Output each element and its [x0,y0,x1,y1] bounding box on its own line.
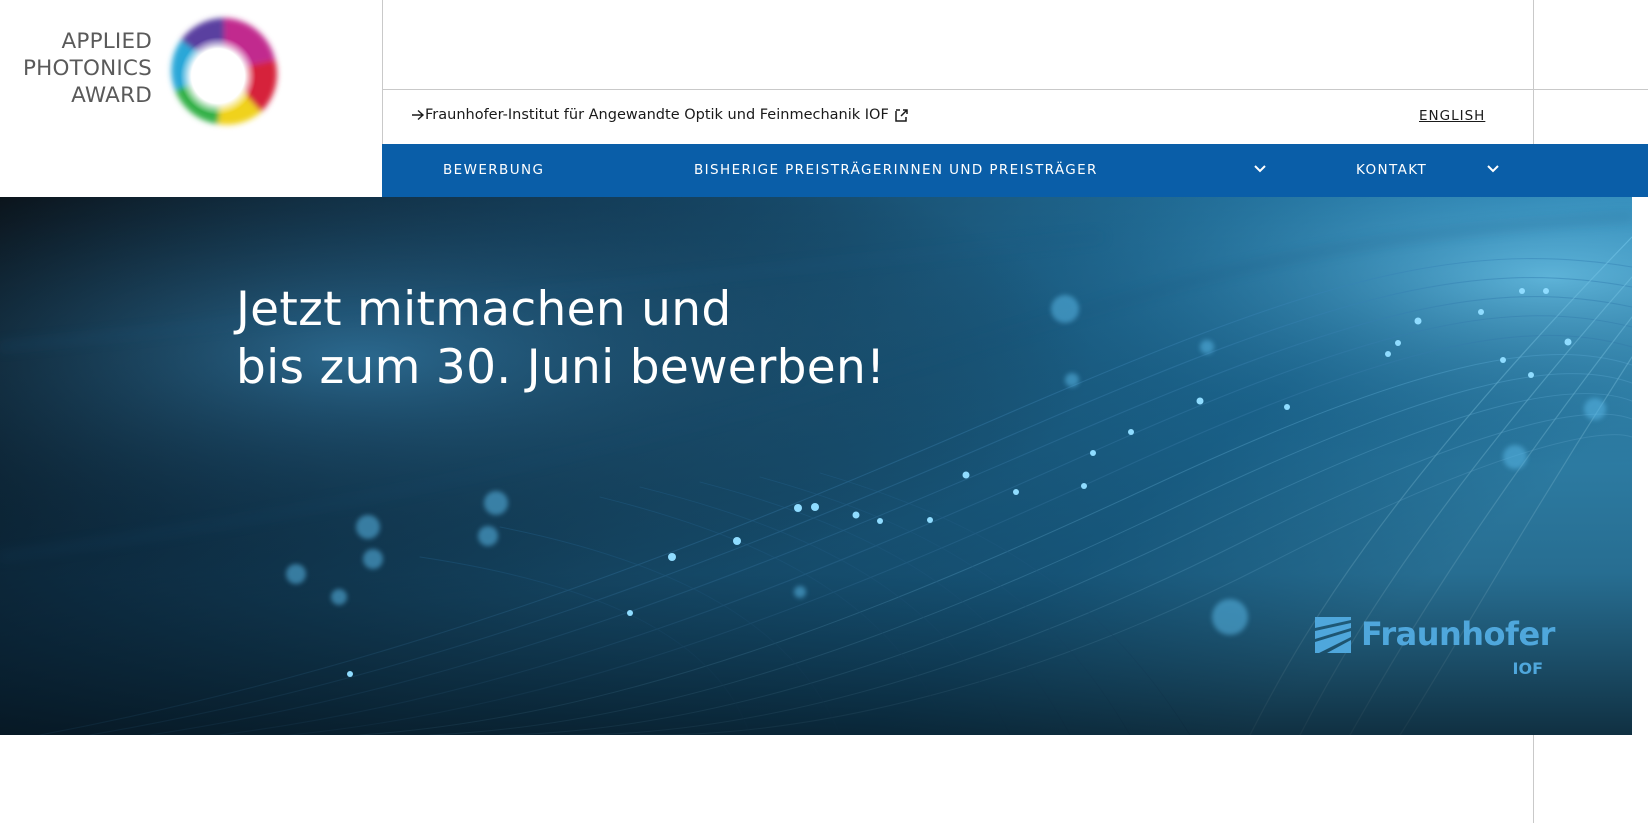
arrow-right-icon [412,109,425,121]
chevron-down-icon[interactable] [1253,164,1267,174]
nav-item-bewerbung[interactable]: BEWERBUNG [443,144,544,197]
nav-item-kontakt[interactable]: KONTAKT [1356,144,1427,197]
meta-row: Fraunhofer-Institut für Angewandte Optik… [383,90,1648,144]
chevron-down-icon[interactable] [1486,164,1500,174]
hero-headline-line-1: Jetzt mitmachen und [236,282,732,337]
nav-item-preistraeger[interactable]: BISHERIGE PREISTRÄGERINNEN UND PREISTRÄG… [694,144,1098,197]
hero-headline: Jetzt mitmachen und bis zum 30. Juni bew… [236,281,885,397]
applied-photonics-award-logo[interactable]: APPLIED PHOTONICS AWARD [0,0,382,197]
hero-headline-line-2: bis zum 30. Juni bewerben! [236,340,886,395]
fraunhofer-mark-icon [1315,617,1351,653]
logo-wordmark: APPLIED PHOTONICS AWARD [23,28,152,109]
institute-link-label: Fraunhofer-Institut für Angewandte Optik… [425,107,889,123]
hero-banner: Jetzt mitmachen und bis zum 30. Juni bew… [0,197,1632,735]
institute-link[interactable]: Fraunhofer-Institut für Angewandte Optik… [411,107,909,123]
rainbow-ring-icon [171,18,277,125]
logo-line-1: APPLIED [61,29,152,54]
fraunhofer-iof-logo: Fraunhofer IOF [1313,615,1555,685]
language-switch-english[interactable]: ENGLISH [1419,108,1485,124]
brand-name: Fraunhofer [1361,615,1555,653]
external-link-icon [895,108,908,122]
main-navigation: BEWERBUNG BISHERIGE PREISTRÄGERINNEN UND… [382,144,1648,197]
brand-sub: IOF [1512,659,1543,678]
logo-line-2: PHOTONICS [23,56,152,81]
logo-line-3: AWARD [71,83,152,108]
